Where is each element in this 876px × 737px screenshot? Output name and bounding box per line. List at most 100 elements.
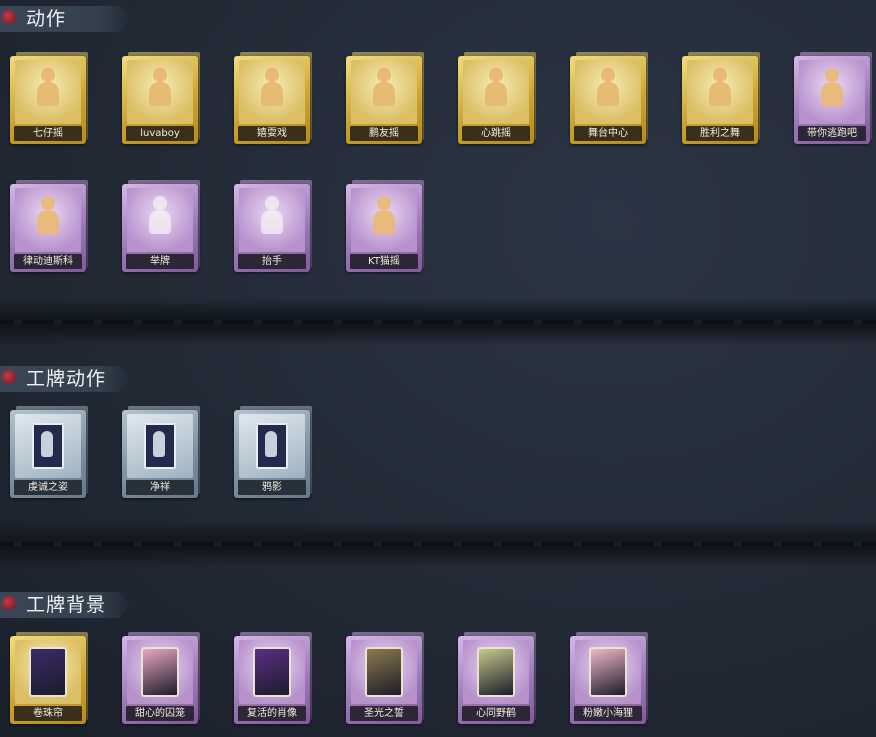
item-card[interactable]: 抬手: [234, 180, 312, 274]
card-art: [351, 60, 417, 124]
item-label: 举牌: [126, 254, 194, 269]
item-label: 心同野鹤: [462, 706, 530, 721]
card-face: 粉嫩小海狸: [570, 636, 646, 724]
item-label: 复活的肖像: [238, 706, 306, 721]
badge-pose-icon: [239, 414, 305, 478]
item-label: 卷珠帘: [14, 706, 82, 721]
section-title: 工牌背景: [26, 594, 107, 616]
card-art: [15, 414, 81, 478]
item-card[interactable]: 律动迪斯科: [10, 180, 88, 274]
card-art: [127, 60, 193, 124]
item-card[interactable]: 舞台中心: [570, 52, 648, 146]
item-card[interactable]: 鹏友摇: [346, 52, 424, 146]
badge-background-icon: [575, 640, 641, 704]
section-divider: [0, 520, 876, 568]
card-art: [127, 188, 193, 252]
item-label: 抬手: [238, 254, 306, 269]
dance-pose-icon: [351, 60, 417, 124]
item-label: 七仔摇: [14, 126, 82, 141]
item-card[interactable]: luvaboy: [122, 52, 200, 146]
badge-background-icon: [127, 640, 193, 704]
item-card[interactable]: 胜利之舞: [682, 52, 760, 146]
card-art: [127, 414, 193, 478]
card-face: 圣光之誓: [346, 636, 422, 724]
dance-pose-icon: [127, 60, 193, 124]
card-face: KT猫摇: [346, 184, 422, 272]
card-face: 甜心的囚笼: [122, 636, 198, 724]
item-label: 心跳摇: [462, 126, 530, 141]
item-label: 甜心的囚笼: [126, 706, 194, 721]
badge-background-icon: [15, 640, 81, 704]
card-art: [15, 640, 81, 704]
card-face: 举牌: [122, 184, 198, 272]
item-label: luvaboy: [126, 126, 194, 141]
card-face: 心同野鹤: [458, 636, 534, 724]
dance-pose-icon: [687, 60, 753, 124]
item-card[interactable]: 带你逃跑吧: [794, 52, 872, 146]
item-label: 虔诚之姿: [14, 480, 82, 495]
item-card[interactable]: 鸦影: [234, 406, 312, 500]
item-label: 鸦影: [238, 480, 306, 495]
card-art: [351, 640, 417, 704]
section-title: 动作: [26, 8, 67, 30]
item-card[interactable]: 卷珠帘: [10, 632, 88, 726]
card-art: [15, 60, 81, 124]
card-art: [239, 188, 305, 252]
item-card[interactable]: 嬉耍戏: [234, 52, 312, 146]
badge-pose-icon: [15, 414, 81, 478]
item-card[interactable]: 心跳摇: [458, 52, 536, 146]
card-face: 舞台中心: [570, 56, 646, 144]
item-label: 粉嫩小海狸: [574, 706, 642, 721]
card-face: 带你逃跑吧: [794, 56, 870, 144]
card-art: [15, 188, 81, 252]
dance-pose-icon: [575, 60, 641, 124]
item-card[interactable]: 心同野鹤: [458, 632, 536, 726]
item-label: 舞台中心: [574, 126, 642, 141]
item-card[interactable]: 净祥: [122, 406, 200, 500]
card-art: [575, 60, 641, 124]
card-face: 抬手: [234, 184, 310, 272]
item-card[interactable]: 粉嫩小海狸: [570, 632, 648, 726]
rose-icon: [2, 370, 16, 384]
card-face: 净祥: [122, 410, 198, 498]
dance-pose-icon: [239, 60, 305, 124]
section-divider: [0, 298, 876, 346]
item-label: 净祥: [126, 480, 194, 495]
card-face: 鹏友摇: [346, 56, 422, 144]
card-face: 嬉耍戏: [234, 56, 310, 144]
card-art: [239, 414, 305, 478]
item-card[interactable]: 虔诚之姿: [10, 406, 88, 500]
item-card[interactable]: 圣光之誓: [346, 632, 424, 726]
rose-icon: [2, 596, 16, 610]
card-art: [127, 640, 193, 704]
item-label: KT猫摇: [350, 254, 418, 269]
card-art: [799, 60, 865, 124]
section-header-badge-actions: 工牌动作: [0, 366, 140, 392]
item-card[interactable]: 复活的肖像: [234, 632, 312, 726]
card-art: [351, 188, 417, 252]
item-card[interactable]: 举牌: [122, 180, 200, 274]
dance-pose-icon: [463, 60, 529, 124]
dance-pose-icon: [799, 60, 865, 124]
card-art: [463, 640, 529, 704]
item-label: 胜利之舞: [686, 126, 754, 141]
item-label: 带你逃跑吧: [798, 126, 866, 141]
card-art: [687, 60, 753, 124]
card-face: luvaboy: [122, 56, 198, 144]
item-label: 律动迪斯科: [14, 254, 82, 269]
section-title: 工牌动作: [26, 368, 107, 390]
card-art: [463, 60, 529, 124]
card-face: 卷珠帘: [10, 636, 86, 724]
badge-background-icon: [463, 640, 529, 704]
dance-pose-icon: [15, 188, 81, 252]
badge-background-icon: [239, 640, 305, 704]
item-label: 鹏友摇: [350, 126, 418, 141]
dance-pose-icon: [351, 188, 417, 252]
item-card[interactable]: 甜心的囚笼: [122, 632, 200, 726]
card-face: 心跳摇: [458, 56, 534, 144]
item-card[interactable]: 七仔摇: [10, 52, 88, 146]
dance-pose-icon: [15, 60, 81, 124]
card-face: 虔诚之姿: [10, 410, 86, 498]
card-face: 律动迪斯科: [10, 184, 86, 272]
item-card[interactable]: KT猫摇: [346, 180, 424, 274]
